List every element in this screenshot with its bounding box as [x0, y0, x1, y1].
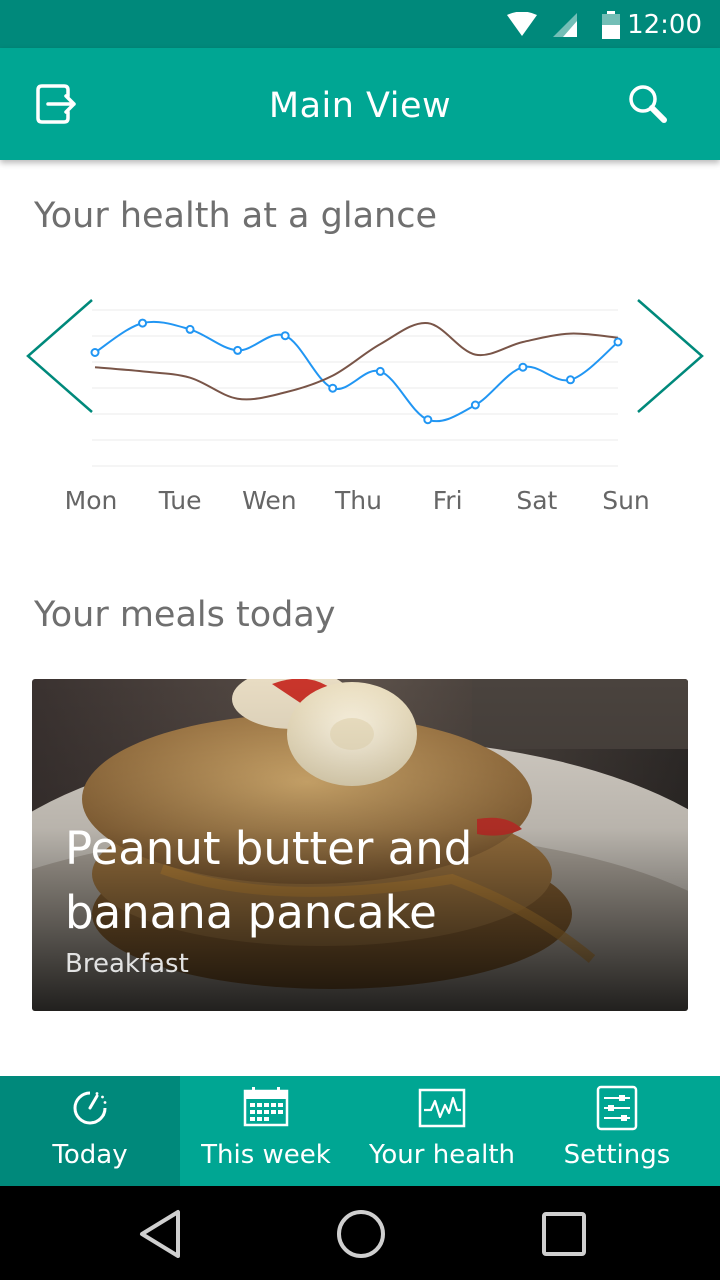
back-button[interactable] — [136, 1208, 184, 1260]
status-bar: 12:00 — [0, 0, 720, 48]
data-point — [518, 362, 528, 372]
data-point — [185, 324, 195, 334]
data-point — [423, 415, 433, 425]
health-chart-icon — [418, 1088, 466, 1128]
series-line-blue — [94, 320, 619, 423]
data-point — [328, 383, 338, 393]
nav-label: Today — [52, 1140, 128, 1170]
meal-card[interactable]: Peanut butter and banana pancake Breakfa… — [32, 679, 688, 1011]
nav-label: Your health — [368, 1140, 516, 1170]
nav-item-settings[interactable]: Settings — [532, 1076, 702, 1186]
nav-item-today[interactable]: Today — [0, 1076, 180, 1186]
data-point — [138, 318, 148, 328]
nav-item-your-health[interactable]: Your health — [352, 1076, 532, 1186]
battery-icon — [602, 11, 620, 39]
x-tick-label: Thu — [335, 486, 382, 515]
chart-grid — [92, 309, 618, 467]
data-point — [613, 337, 623, 347]
data-point — [470, 400, 480, 410]
data-point — [280, 331, 290, 341]
bottom-nav: Today This week Your health Settings — [0, 1076, 720, 1186]
nav-label: This week — [201, 1140, 331, 1170]
x-tick-label: Mon — [64, 486, 118, 515]
data-point — [375, 366, 385, 376]
next-arrow-button[interactable] — [630, 296, 710, 420]
x-tick-label: Fri — [432, 486, 463, 515]
nav-label: Settings — [563, 1140, 671, 1170]
search-button[interactable] — [616, 72, 680, 136]
signal-icon — [553, 13, 577, 37]
x-tick-label: Sun — [602, 486, 650, 515]
app-bar: Main View — [0, 48, 720, 160]
home-button[interactable] — [335, 1208, 387, 1260]
prev-arrow-button[interactable] — [20, 296, 100, 420]
data-point — [233, 345, 243, 355]
page-title: Main View — [268, 86, 452, 126]
calendar-icon — [243, 1087, 289, 1127]
meal-category: Breakfast — [65, 949, 189, 979]
settings-sliders-icon — [596, 1085, 638, 1131]
search-icon — [629, 85, 667, 123]
status-time: 12:00 — [627, 10, 702, 40]
x-tick-label: Tue — [158, 486, 202, 515]
wifi-icon — [507, 12, 537, 36]
clock-icon — [73, 1091, 107, 1125]
system-nav-bar — [0, 1186, 720, 1280]
x-tick-label: Sat — [516, 486, 558, 515]
recents-button[interactable] — [540, 1210, 588, 1258]
meal-title: Peanut butter and banana pancake — [65, 822, 473, 939]
health-heading: Your health at a glance — [34, 196, 437, 236]
nav-item-this-week[interactable]: This week — [180, 1076, 352, 1186]
data-point — [565, 375, 575, 385]
x-tick-label: Wen — [242, 486, 297, 515]
meals-heading: Your meals today — [34, 595, 336, 635]
